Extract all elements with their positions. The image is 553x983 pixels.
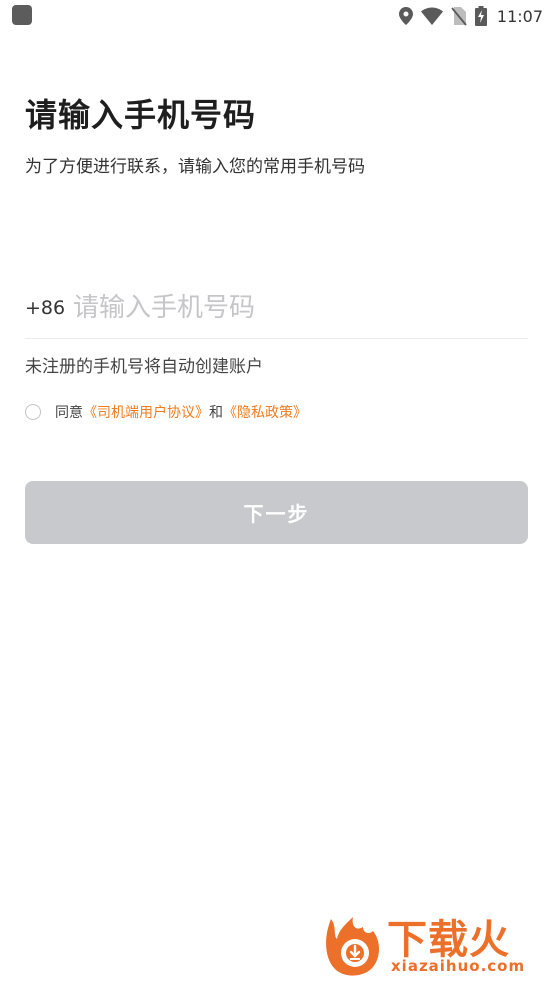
user-agreement-link[interactable]: 《司机端用户协议》: [83, 402, 209, 422]
country-code[interactable]: +86: [25, 297, 73, 319]
flame-logo-icon: [323, 913, 383, 981]
agree-prefix: 同意: [55, 405, 83, 421]
agreement-row: 同意 《司机端用户协议》 和 《隐私政策》: [25, 400, 307, 424]
agree-checkbox[interactable]: [25, 404, 41, 420]
watermark: 下载火 xiazaihuo.com: [323, 907, 547, 979]
status-time: 11:07: [496, 6, 543, 26]
wifi-icon: [420, 7, 443, 25]
status-bar: 11:07: [0, 0, 553, 32]
app-notification-icon: [12, 5, 32, 25]
location-icon: [398, 7, 413, 25]
no-sim-icon: [451, 6, 467, 26]
phone-input-row: +86: [25, 278, 528, 339]
status-icons: 11:07: [398, 4, 543, 28]
next-step-button[interactable]: 下一步: [25, 481, 528, 544]
agree-conjunction: 和: [209, 405, 223, 421]
page-title: 请输入手机号码: [25, 96, 257, 134]
login-screen: 11:07 请输入手机号码 为了方便进行联系，请输入您的常用手机号码 +86 未…: [0, 0, 553, 983]
privacy-policy-link[interactable]: 《隐私政策》: [223, 402, 307, 422]
phone-number-input[interactable]: [73, 286, 528, 330]
page-subtitle: 为了方便进行联系，请输入您的常用手机号码: [25, 157, 365, 177]
watermark-name-en: xiazaihuo.com: [391, 957, 526, 975]
auto-register-hint: 未注册的手机号将自动创建账户: [25, 357, 263, 377]
battery-charging-icon: [474, 6, 487, 26]
